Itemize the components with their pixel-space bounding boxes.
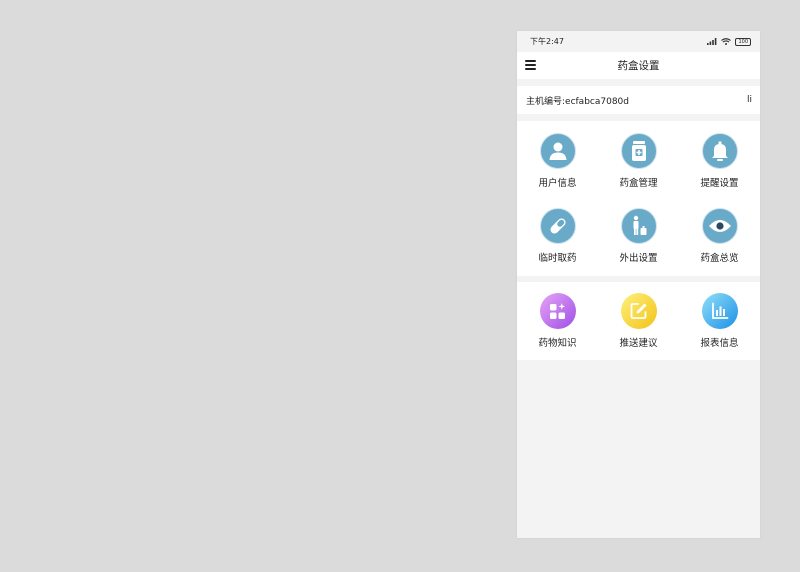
pillbox-overview-label: 药盒总览 (700, 253, 739, 264)
capsule-icon (539, 208, 576, 244)
edit-icon (620, 293, 657, 329)
host-id-label: 主机编号:ecfabca7080d (526, 96, 629, 107)
user-info-label: 用户信息 (538, 178, 577, 189)
pillbox-overview-button[interactable]: 药盒总览 (679, 201, 760, 276)
bell-icon (701, 133, 738, 169)
pillbox-manage-button[interactable]: 药盒管理 (598, 121, 679, 201)
page-title: 药盒设置 (617, 60, 660, 72)
bar-chart-icon (701, 293, 738, 329)
report-info-button[interactable]: 报表信息 (679, 282, 760, 360)
pillbox-manage-label: 药盒管理 (619, 178, 658, 189)
host-row-right-text: li (746, 95, 752, 105)
nav-bar: 药盒设置 (517, 52, 760, 79)
signal-icon (707, 38, 717, 45)
outing-settings-label: 外出设置 (619, 253, 658, 264)
phone-screen: 下午2:47 100 药盒设置 主机编号:ecfabca7080d li 用户信… (517, 31, 760, 538)
battery-icon: 100 (735, 37, 751, 46)
drug-knowledge-button[interactable]: 药物知识 (517, 282, 598, 360)
push-suggestion-label: 推送建议 (619, 338, 658, 349)
status-icons: 100 (707, 37, 751, 46)
status-bar: 下午2:47 100 (517, 31, 760, 52)
status-time: 下午2:47 (530, 37, 564, 46)
pill-bottle-icon (620, 133, 657, 169)
person-luggage-icon (620, 208, 657, 244)
eye-icon (701, 208, 738, 244)
push-suggestion-button[interactable]: 推送建议 (598, 282, 679, 360)
wifi-icon (721, 38, 732, 45)
info-grid: 药物知识 推送建议 报表信息 (517, 282, 760, 360)
settings-grid: 用户信息 药盒管理 提醒设置 临时取药 外出设置 药盒总览 (517, 121, 760, 276)
user-info-button[interactable]: 用户信息 (517, 121, 598, 201)
reminder-settings-label: 提醒设置 (700, 178, 739, 189)
temp-pickup-button[interactable]: 临时取药 (517, 201, 598, 276)
host-id-row[interactable]: 主机编号:ecfabca7080d li (517, 86, 760, 114)
menu-icon[interactable] (525, 60, 536, 70)
user-icon (539, 133, 576, 169)
outing-settings-button[interactable]: 外出设置 (598, 201, 679, 276)
drug-knowledge-label: 药物知识 (538, 338, 577, 349)
reminder-settings-button[interactable]: 提醒设置 (679, 121, 760, 201)
apps-sparkle-icon (539, 293, 576, 329)
report-info-label: 报表信息 (700, 338, 739, 349)
temp-pickup-label: 临时取药 (538, 253, 577, 264)
